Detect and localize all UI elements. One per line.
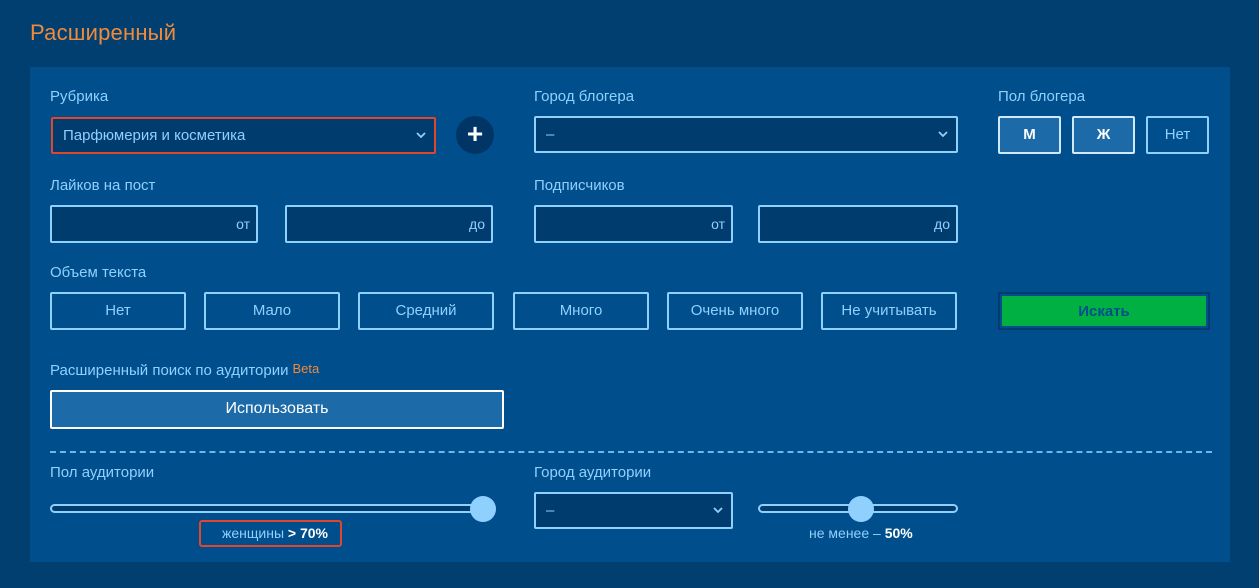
subscribers-label: Подписчиков (534, 177, 625, 194)
gender-none-button[interactable]: Нет (1146, 116, 1209, 154)
audience-search-label: Расширенный поиск по аудитории Beta (50, 361, 320, 379)
audience-city-caption: не менее – 50% (809, 525, 913, 541)
use-audience-search-button[interactable]: Использовать (50, 390, 504, 429)
likes-from-suffix: от (236, 216, 250, 232)
text-volume-none-button[interactable]: Нет (50, 292, 186, 330)
likes-to-input[interactable]: до (285, 205, 493, 243)
plus-icon: + (466, 118, 484, 149)
likes-from-input[interactable]: от (50, 205, 258, 243)
audience-gender-label: Пол аудитории (50, 464, 155, 481)
chevron-down-icon (938, 118, 948, 151)
likes-to-suffix: до (469, 216, 485, 232)
chevron-down-icon (416, 119, 426, 152)
blogger-city-label: Город блогера (534, 88, 635, 105)
search-button[interactable]: Искать (998, 292, 1210, 330)
likes-label: Лайков на пост (50, 177, 156, 194)
advanced-search-panel: Рубрика Парфюмерия и косметика + Город б… (30, 67, 1230, 562)
subscribers-to-suffix: до (934, 216, 950, 232)
subscribers-from-input[interactable]: от (534, 205, 733, 243)
text-volume-very-much-button[interactable]: Очень много (667, 292, 803, 330)
text-volume-label: Объем текста (50, 264, 147, 281)
section-divider (50, 451, 1212, 453)
page-title: Расширенный (30, 20, 177, 45)
beta-badge: Beta (292, 361, 320, 376)
text-volume-little-button[interactable]: Мало (204, 292, 340, 330)
text-volume-much-button[interactable]: Много (513, 292, 649, 330)
rubric-select[interactable]: Парфюмерия и косметика (51, 117, 436, 154)
audience-city-select-value: – (546, 502, 555, 519)
blogger-gender-label: Пол блогера (998, 88, 1086, 105)
rubric-select-value: Парфюмерия и косметика (63, 127, 246, 144)
subscribers-to-input[interactable]: до (758, 205, 958, 243)
gender-male-button[interactable]: М (998, 116, 1061, 154)
gender-female-button[interactable]: Ж (1072, 116, 1135, 154)
audience-city-select[interactable]: – (534, 492, 733, 529)
audience-city-caption-prefix: не менее – (809, 525, 881, 541)
add-rubric-button[interactable]: + (456, 116, 494, 154)
text-volume-medium-button[interactable]: Средний (358, 292, 494, 330)
audience-city-caption-value: 50% (884, 525, 913, 541)
text-volume-ignore-button[interactable]: Не учитывать (821, 292, 957, 330)
audience-city-slider-thumb[interactable] (848, 496, 874, 522)
audience-gender-caption-value: > 70% (287, 525, 328, 541)
chevron-down-icon (713, 494, 723, 527)
subscribers-from-suffix: от (711, 216, 725, 232)
audience-city-label: Город аудитории (534, 464, 652, 481)
blogger-city-select-value: – (546, 126, 555, 143)
blogger-city-select[interactable]: – (534, 116, 958, 153)
audience-gender-slider-track[interactable] (50, 504, 494, 513)
rubric-label: Рубрика (50, 88, 109, 105)
audience-gender-caption: женщины > 70% (222, 525, 328, 541)
audience-gender-slider-thumb[interactable] (470, 496, 496, 522)
audience-gender-caption-prefix: женщины (222, 525, 285, 541)
audience-search-label-text: Расширенный поиск по аудитории (50, 362, 289, 379)
